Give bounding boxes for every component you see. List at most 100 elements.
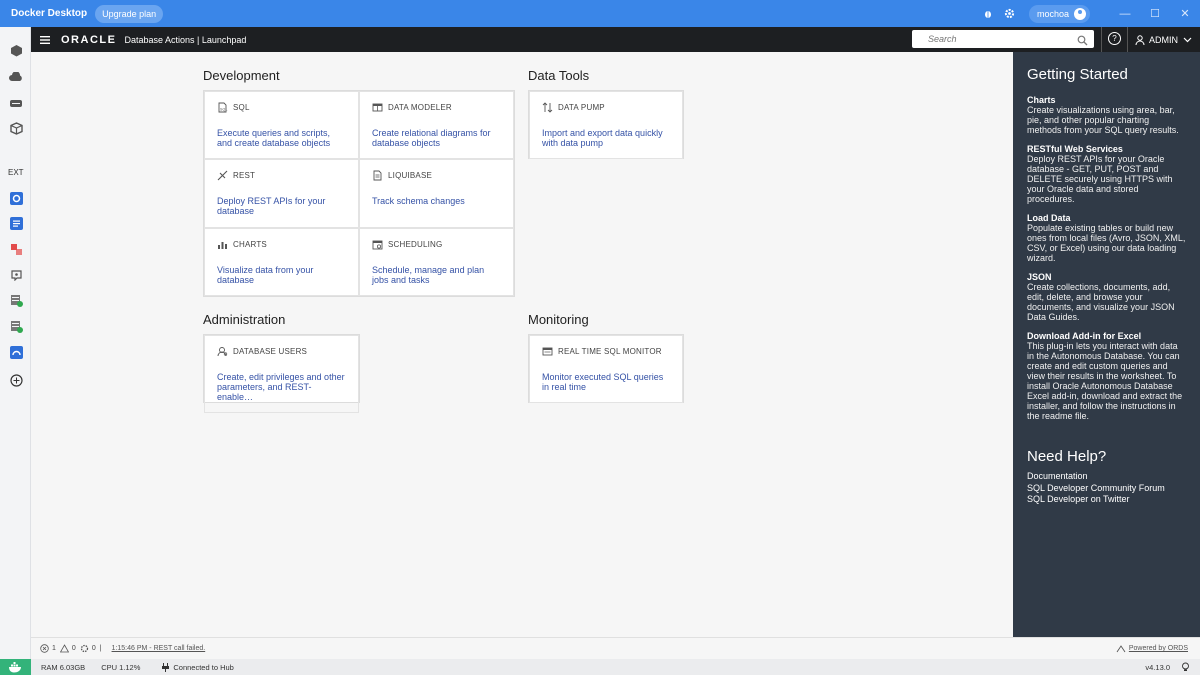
- footer-divider: |: [99, 645, 102, 652]
- docker-sidebar: EXT: [0, 27, 31, 659]
- card-data-modeler[interactable]: DATA MODELER Create relational diagrams …: [359, 91, 514, 160]
- development-cards: SQL SQL Execute queries and scripts, and…: [203, 90, 515, 297]
- card-description: Import and export data quickly with data…: [542, 128, 663, 148]
- breadcrumb: Database Actions | Launchpad: [124, 34, 247, 45]
- extension-disk-usage-icon[interactable]: [9, 242, 23, 256]
- need-help-title: Need Help?: [1027, 448, 1107, 465]
- containers-icon[interactable]: [9, 43, 23, 57]
- card-rest[interactable]: REST Deploy REST APIs for your database: [204, 159, 359, 228]
- help-link-documentation[interactable]: Documentation: [1027, 471, 1186, 483]
- getting-started-item-title[interactable]: Download Add-in for Excel: [1027, 331, 1186, 341]
- extension-resource-icon[interactable]: [9, 267, 23, 281]
- docker-app-name: Docker Desktop: [11, 8, 88, 19]
- card-description: Track schema changes: [372, 196, 465, 207]
- section-title-monitoring: Monitoring: [528, 312, 589, 327]
- hub-connection: Connected to Hub: [162, 662, 234, 672]
- database-users-icon: [217, 346, 228, 357]
- oracle-logo: ORACLE: [61, 33, 117, 46]
- user-menu[interactable]: ADMIN: [1135, 27, 1192, 52]
- warnings-count: 0: [71, 645, 76, 652]
- close-button[interactable]: ✕: [1170, 0, 1200, 27]
- extension-db-add-icon[interactable]: [9, 293, 23, 307]
- lightbulb-icon[interactable]: [1181, 662, 1190, 674]
- extension-dashboard-icon[interactable]: [9, 345, 23, 359]
- card-charts[interactable]: CHARTS Visualize data from your database: [204, 227, 359, 296]
- card-description: Execute queries and scripts, and create …: [217, 128, 331, 148]
- errors-count: 1: [52, 645, 56, 652]
- card-label: SQL: [233, 103, 250, 112]
- help-link-community-forum[interactable]: SQL Developer Community Forum: [1027, 483, 1186, 495]
- data-pump-icon: [542, 102, 553, 113]
- card-liquibase[interactable]: LIQUIBASE Track schema changes: [359, 159, 514, 228]
- extension-portainer-icon[interactable]: [9, 191, 23, 205]
- card-label: SCHEDULING: [388, 239, 443, 249]
- card-description: Schedule, manage and plan jobs and tasks: [372, 264, 485, 285]
- processes-indicator[interactable]: 0: [80, 644, 100, 653]
- minimize-button[interactable]: —: [1110, 0, 1140, 27]
- launchpad-main: Development SQL SQL Execute queries and …: [31, 52, 1013, 637]
- ram-usage: RAM 6.03GB: [41, 662, 86, 672]
- getting-started-item: Download Add-in for Excel This plug-in l…: [1027, 331, 1186, 421]
- warnings-indicator[interactable]: 0: [59, 644, 80, 653]
- card-real-time-sql-monitor[interactable]: REAL TIME SQL MONITOR Monitor executed S…: [529, 335, 683, 403]
- data-modeler-icon: [372, 102, 383, 113]
- extension-logs-icon[interactable]: [9, 216, 23, 230]
- header-divider: [1101, 27, 1102, 52]
- errors-indicator[interactable]: 1: [40, 644, 60, 653]
- getting-started-item-desc: Create collections, documents, add, edit…: [1027, 282, 1175, 322]
- user-name: ADMIN: [1149, 34, 1178, 45]
- bug-icon[interactable]: [979, 5, 997, 23]
- card-description: Create relational diagrams for database …: [372, 128, 491, 148]
- volumes-icon[interactable]: [9, 96, 23, 110]
- card-data-pump[interactable]: DATA PUMP Import and export data quickly…: [529, 91, 683, 159]
- card-scheduling[interactable]: SCHEDULING Schedule, manage and plan job…: [359, 227, 514, 296]
- getting-started-title: Getting Started: [1027, 66, 1128, 83]
- chevron-down-icon: [1183, 37, 1192, 42]
- account-username: mochoa: [1036, 8, 1069, 19]
- maximize-button[interactable]: ☐: [1140, 0, 1170, 27]
- hamburger-menu-icon[interactable]: [40, 31, 50, 49]
- powered-by-label: Powered by ORDS: [1128, 645, 1188, 652]
- gear-icon[interactable]: [1001, 5, 1019, 23]
- cog-icon: [80, 644, 88, 653]
- search-input[interactable]: [928, 34, 1078, 44]
- card-sql[interactable]: SQL SQL Execute queries and scripts, and…: [204, 91, 359, 160]
- card-label: DATA MODELER: [388, 103, 452, 112]
- upgrade-plan-button[interactable]: Upgrade plan: [95, 4, 164, 23]
- getting-started-item: RESTful Web Services Deploy REST APIs fo…: [1027, 144, 1186, 204]
- extension-db-add-2-icon[interactable]: [9, 319, 23, 333]
- dev-environments-icon[interactable]: [9, 121, 23, 135]
- getting-started-item-title[interactable]: RESTful Web Services: [1027, 144, 1186, 154]
- powered-by-ords-link[interactable]: Powered by ORDS: [1116, 644, 1188, 653]
- administration-cards: DATABASE USERS Create, edit privileges a…: [203, 334, 360, 413]
- card-database-users[interactable]: DATABASE USERS Create, edit privileges a…: [204, 335, 359, 413]
- card-label: CHARTS: [233, 239, 267, 249]
- sql-worksheet-icon: SQL: [217, 102, 228, 113]
- warning-icon: [59, 644, 69, 653]
- getting-started-item-title[interactable]: JSON: [1027, 272, 1186, 282]
- hub-status: Connected to Hub: [173, 662, 234, 672]
- getting-started-item-desc: Populate existing tables or build new on…: [1027, 223, 1186, 263]
- header-divider: [1127, 27, 1128, 52]
- images-icon[interactable]: [9, 70, 23, 84]
- card-description: Deploy REST APIs for your database: [217, 196, 326, 217]
- account-button[interactable]: mochoa: [1028, 4, 1090, 23]
- getting-started-item-desc: Deploy REST APIs for your Oracle databas…: [1027, 154, 1173, 204]
- docker-version: v4.13.0: [1145, 662, 1170, 672]
- add-extension-icon[interactable]: [9, 373, 23, 387]
- help-button[interactable]: ?: [1108, 32, 1121, 45]
- footer-status-message[interactable]: 1:15:46 PM - REST call failed.: [112, 645, 206, 652]
- getting-started-item-title[interactable]: Load Data: [1027, 213, 1186, 223]
- docker-whale-icon[interactable]: [0, 659, 31, 675]
- docker-titlebar: Docker Desktop Upgrade plan mochoa — ☐ ✕: [0, 0, 1200, 27]
- cpu-usage: CPU 1.12%: [101, 662, 141, 672]
- getting-started-item-title[interactable]: Charts: [1027, 95, 1186, 105]
- search-icon[interactable]: [1077, 33, 1088, 51]
- card-description: Create, edit privileges and other parame…: [217, 372, 345, 402]
- card-label: DATABASE USERS: [233, 347, 308, 356]
- help-link-twitter[interactable]: SQL Developer on Twitter: [1027, 494, 1186, 506]
- getting-started-item-desc: This plug-in lets you interact with data…: [1027, 341, 1183, 421]
- section-title-data-tools: Data Tools: [528, 68, 590, 83]
- search-box[interactable]: [912, 30, 1094, 48]
- svg-text:SQL: SQL: [220, 108, 228, 112]
